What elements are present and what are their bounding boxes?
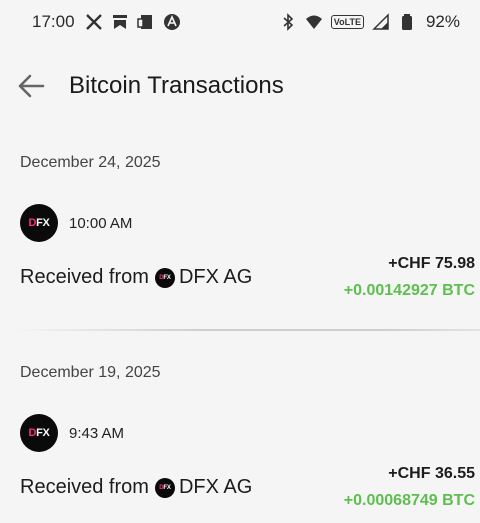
transaction-amounts: +CHF 36.55 +0.00068749 BTC xyxy=(344,464,475,511)
btc-amount: +0.00068749 BTC xyxy=(343,492,475,509)
divider xyxy=(14,329,480,331)
battery-icon xyxy=(398,13,416,31)
bluetooth-icon xyxy=(279,13,297,31)
transaction-time: 10:00 AM xyxy=(69,214,133,232)
received-from-label: Received from xyxy=(20,266,149,288)
status-time: 17:00 xyxy=(32,12,75,31)
page-title: Bitcoin Transactions xyxy=(69,72,284,99)
counterparty-name: DFX AG xyxy=(178,476,253,498)
received-from-label: Received from xyxy=(20,476,149,498)
transaction-header[interactable]: D FX 9:43 AM xyxy=(20,414,124,452)
counterparty-name: DFX AG xyxy=(178,266,253,288)
section-date: December 24, 2025 xyxy=(20,154,161,171)
back-button[interactable] xyxy=(16,71,46,101)
calendar-icon xyxy=(136,13,155,31)
dfx-logo: D FX xyxy=(20,204,58,242)
transaction-header[interactable]: D FX 10:00 AM xyxy=(20,204,132,242)
transaction-amounts: +CHF 75.98 +0.00142927 BTC xyxy=(344,254,475,301)
dfx-logo: D FX xyxy=(20,414,58,452)
volte-badge: VoLTE xyxy=(330,15,364,29)
status-right: VoLTE 92% xyxy=(279,12,460,32)
fiat-amount: +CHF 36.55 xyxy=(388,465,475,482)
transaction-time: 9:43 AM xyxy=(69,424,125,442)
transaction-description[interactable]: Received from D FX DFX AG xyxy=(20,476,252,499)
x-icon xyxy=(85,13,103,31)
bookmark-icon xyxy=(111,13,129,31)
wifi-icon xyxy=(305,13,323,31)
arrow-left-icon xyxy=(18,74,45,98)
signal-icon xyxy=(372,13,390,31)
section-date: December 19, 2025 xyxy=(20,364,161,381)
fiat-amount: +CHF 75.98 xyxy=(388,255,475,272)
app-bar: Bitcoin Transactions xyxy=(0,56,480,116)
battery-percent: 92% xyxy=(425,12,460,31)
app-icon xyxy=(163,13,181,31)
dfx-logo-small: D FX xyxy=(154,477,175,498)
dfx-logo-small: D FX xyxy=(154,267,175,288)
transaction-description[interactable]: Received from D FX DFX AG xyxy=(20,266,252,289)
status-left: 17:00 xyxy=(32,12,181,32)
btc-amount: +0.00142927 BTC xyxy=(343,282,475,299)
status-bar: 17:00 VoLTE 92% xyxy=(0,0,480,44)
